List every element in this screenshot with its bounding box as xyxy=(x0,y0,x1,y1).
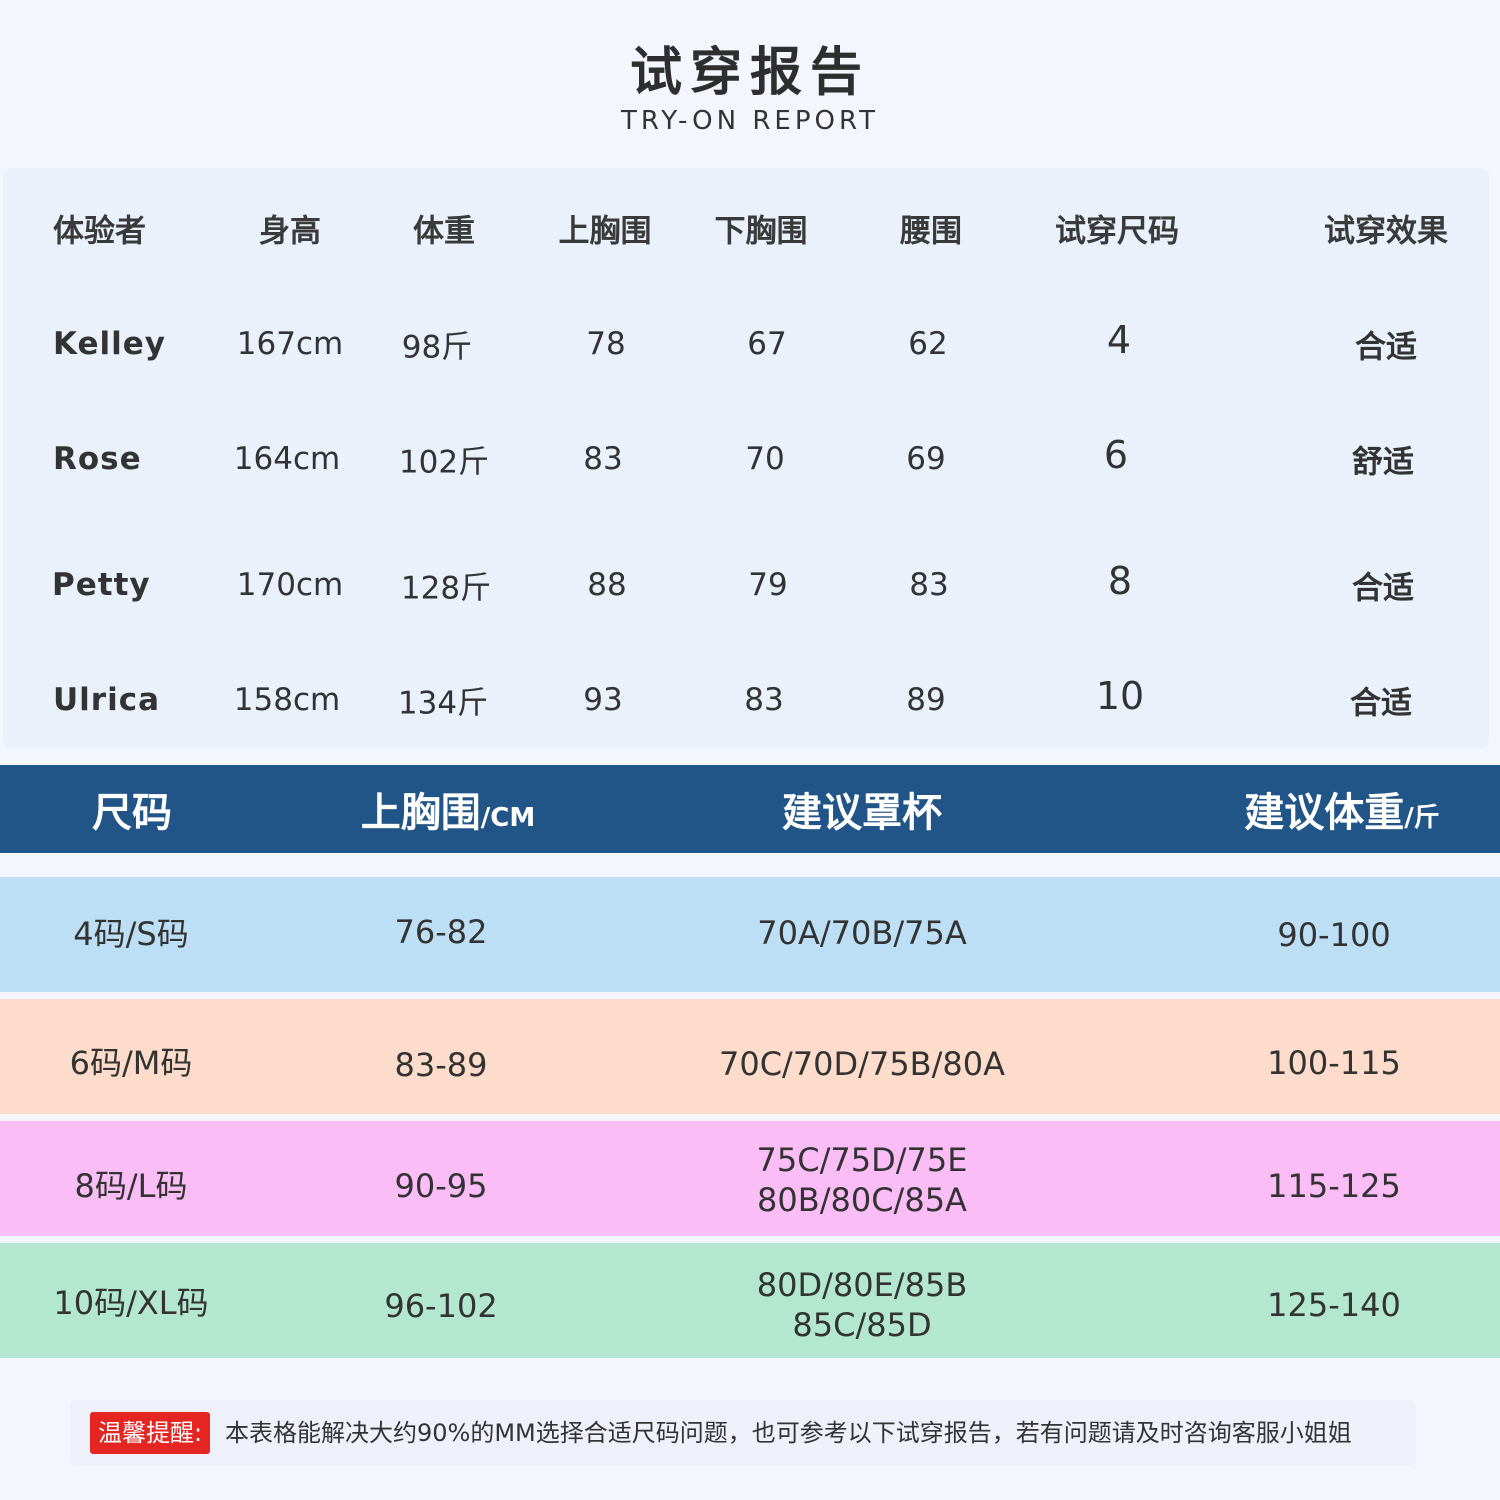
page-title: 试穿报告 xyxy=(629,43,870,103)
size-row-cup: 80D/80E/85B 85C/85D xyxy=(757,1265,968,1345)
tryon-header-waist: 腰围 xyxy=(900,213,962,250)
tryon-row-size: 8 xyxy=(1107,559,1133,603)
reminder-text: 本表格能解决大约90%的MM选择合适尺码问题，也可参考以下试穿报告，若有问题请及… xyxy=(225,1419,1352,1447)
size-row-size: 8码/L码 xyxy=(74,1167,188,1205)
size-header-bust-unit: /CM xyxy=(480,803,536,833)
tryon-row-weight: 134斤 xyxy=(397,685,489,722)
size-header-cup: 建议罩杯 xyxy=(782,790,942,836)
size-row-bust: 96-102 xyxy=(384,1287,498,1325)
tryon-row-weight: 102斤 xyxy=(398,444,490,481)
size-row-weight: 90-100 xyxy=(1277,916,1391,954)
tryon-row-effect: 舒适 xyxy=(1352,444,1414,481)
tryon-header-upper-bust: 上胸围 xyxy=(558,213,652,250)
size-chart-header: 尺码 上胸围/CM 建议罩杯 建议体重/斤 xyxy=(0,765,1500,853)
size-header-bust: 上胸围/CM xyxy=(361,780,535,838)
tryon-row-effect: 合适 xyxy=(1355,329,1417,366)
size-row-bust: 83-89 xyxy=(394,1046,488,1084)
size-row-cup-line2: 80B/80C/85A xyxy=(757,1181,967,1219)
tryon-row-size: 4 xyxy=(1106,318,1132,362)
size-row: 8码/L码 90-95 75C/75D/75E 80B/80C/85A 115-… xyxy=(0,1121,1500,1236)
size-header-size: 尺码 xyxy=(92,790,172,836)
tryon-row-height: 164cm xyxy=(233,441,341,477)
size-row-cup-line2: 85C/85D xyxy=(792,1306,932,1344)
tryon-row-name: Kelley xyxy=(53,326,166,362)
tryon-row-under-bust: 67 xyxy=(747,326,787,362)
size-row-size: 10码/XL码 xyxy=(53,1284,209,1322)
size-header-weight-label: 建议体重 xyxy=(1244,790,1405,836)
size-row-bust: 76-82 xyxy=(394,913,488,951)
tryon-row-waist: 83 xyxy=(909,567,949,603)
size-row: 6码/M码 83-89 70C/70D/75B/80A 100-115 xyxy=(0,999,1500,1114)
size-row-size: 6码/M码 xyxy=(69,1044,193,1082)
size-row: 4码/S码 76-82 70A/70B/75A 90-100 xyxy=(0,877,1500,992)
tryon-row-name: Rose xyxy=(53,441,142,477)
tryon-header-height: 身高 xyxy=(259,213,321,250)
size-row-cup-line1: 70C/70D/75B/80A xyxy=(718,1045,1006,1083)
size-header-weight: 建议体重/斤 xyxy=(1244,780,1440,838)
tryon-header-tester: 体验者 xyxy=(53,213,146,250)
tryon-row-effect: 合适 xyxy=(1350,685,1412,722)
tryon-row-under-bust: 83 xyxy=(744,682,784,718)
tryon-header-size: 试穿尺码 xyxy=(1055,213,1179,250)
tryon-row-height: 170cm xyxy=(236,567,344,603)
tryon-row-height: 158cm xyxy=(233,682,341,718)
size-row-weight: 125-140 xyxy=(1267,1286,1401,1324)
size-row-cup: 75C/75D/75E 80B/80C/85A xyxy=(757,1140,968,1220)
tryon-row-upper-bust: 93 xyxy=(583,682,623,718)
size-row-cup-line1: 80D/80E/85B xyxy=(756,1266,968,1304)
tryon-row-upper-bust: 83 xyxy=(583,441,623,477)
tryon-row-weight: 128斤 xyxy=(400,570,492,607)
tryon-row-weight: 98斤 xyxy=(401,329,473,366)
tryon-header-under-bust: 下胸围 xyxy=(714,213,808,250)
tryon-row-size: 10 xyxy=(1095,674,1145,718)
tryon-row-waist: 69 xyxy=(906,441,946,477)
tryon-row-under-bust: 70 xyxy=(745,441,785,477)
tryon-row-upper-bust: 78 xyxy=(586,326,626,362)
size-row-cup: 70A/70B/75A xyxy=(757,913,966,953)
reminder-tag: 温馨提醒: xyxy=(90,1412,211,1454)
page-subtitle: TRY-ON REPORT xyxy=(620,106,880,136)
tryon-row-under-bust: 79 xyxy=(748,567,788,603)
tryon-row-waist: 89 xyxy=(906,682,946,718)
size-row-cup-line1: 70A/70B/75A xyxy=(757,914,967,952)
size-row-bust: 90-95 xyxy=(394,1167,488,1205)
tryon-row-upper-bust: 88 xyxy=(587,567,627,603)
size-row-cup-line1: 75C/75D/75E xyxy=(756,1141,968,1179)
tryon-table: 体验者 身高 体重 上胸围 下胸围 腰围 试穿尺码 试穿效果 Kelley 16… xyxy=(3,168,1489,748)
tryon-row-waist: 62 xyxy=(908,326,948,362)
tryon-row-effect: 合适 xyxy=(1352,570,1414,607)
tryon-row-name: Petty xyxy=(52,567,151,603)
size-row-size: 4码/S码 xyxy=(73,915,189,953)
tryon-header-effect: 试穿效果 xyxy=(1324,213,1448,250)
tryon-row-height: 167cm xyxy=(236,326,344,362)
reminder-note: 温馨提醒: 本表格能解决大约90%的MM选择合适尺码问题，也可参考以下试穿报告，… xyxy=(70,1400,1416,1466)
size-header-bust-label: 上胸围 xyxy=(360,790,481,836)
tryon-header-weight: 体重 xyxy=(413,213,475,250)
size-row-cup: 70C/70D/75B/80A xyxy=(719,1044,1005,1084)
tryon-row-size: 6 xyxy=(1103,433,1129,477)
size-header-weight-unit: /斤 xyxy=(1404,803,1440,833)
size-row: 10码/XL码 96-102 80D/80E/85B 85C/85D 125-1… xyxy=(0,1243,1500,1358)
size-row-weight: 100-115 xyxy=(1267,1044,1401,1082)
tryon-row-name: Ulrica xyxy=(53,682,161,718)
size-row-weight: 115-125 xyxy=(1267,1167,1401,1205)
